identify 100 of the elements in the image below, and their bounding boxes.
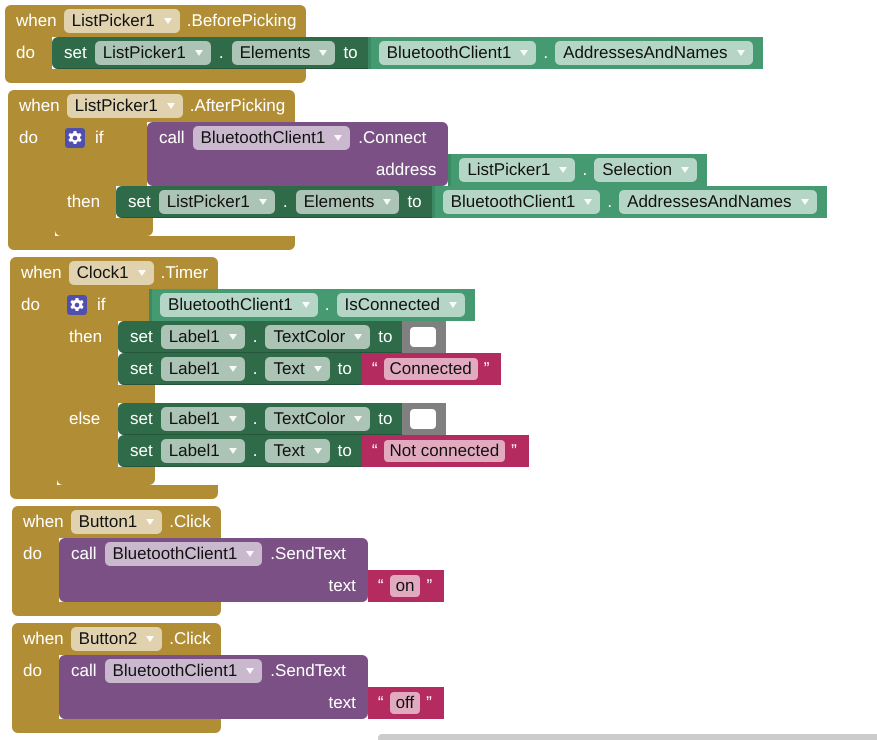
scrollbar[interactable]	[378, 734, 877, 740]
method-name: .SendText	[270, 661, 346, 681]
dot-separator: .	[252, 408, 258, 428]
dot-separator: .	[324, 295, 330, 315]
quote-mark: ”	[426, 693, 432, 713]
caret-icon	[138, 270, 146, 276]
color-swatch[interactable]	[410, 327, 436, 347]
dropdown-field[interactable]: Label1	[160, 438, 245, 462]
keyword: if	[97, 295, 106, 315]
string-field[interactable]: off	[390, 692, 420, 714]
keyword: do	[23, 661, 42, 680]
method-name: .SendText	[270, 544, 346, 564]
caret-icon	[800, 199, 809, 205]
caret-icon	[146, 636, 154, 642]
dropdown-field[interactable]: AddressesAndNames	[619, 190, 817, 214]
keyword: to	[338, 358, 352, 378]
event-name: .AfterPicking	[190, 96, 286, 116]
keyword: to	[338, 440, 352, 460]
keyword: do	[19, 128, 38, 147]
dropdown-field[interactable]: Clock1	[68, 261, 154, 285]
keyword: when	[16, 11, 57, 31]
quote-mark: ”	[484, 359, 490, 379]
dropdown-field[interactable]: BluetoothClient1	[442, 190, 600, 214]
dropdown-field[interactable]: IsConnected	[336, 293, 465, 317]
caret-icon	[302, 302, 310, 308]
color-swatch[interactable]	[410, 409, 436, 429]
caret-icon	[166, 103, 175, 109]
event-name: .Click	[169, 629, 211, 649]
keyword: do	[23, 544, 42, 563]
dot-separator: .	[252, 358, 258, 378]
caret-icon	[681, 167, 690, 173]
keyword: when	[23, 512, 64, 532]
keyword: to	[407, 192, 422, 212]
caret-icon	[383, 198, 392, 204]
dropdown-field[interactable]: Text	[265, 356, 330, 380]
dropdown-field[interactable]: ListPicker1	[64, 9, 180, 33]
dot-separator: .	[252, 326, 258, 346]
dropdown-field[interactable]: BluetoothClient1	[160, 293, 318, 317]
dropdown-field[interactable]: Label1	[160, 406, 245, 430]
keyword: then	[69, 327, 102, 347]
dropdown-field[interactable]: Elements	[232, 40, 336, 64]
dropdown-field[interactable]: Elements	[296, 190, 400, 214]
caret-icon	[246, 551, 254, 557]
caret-icon	[559, 167, 568, 173]
quote-mark: ”	[426, 576, 432, 596]
keyword: when	[21, 263, 62, 283]
dropdown-field[interactable]: BluetoothClient1	[104, 659, 262, 683]
keyword: do	[16, 43, 35, 62]
caret-icon	[354, 334, 362, 340]
keyword: call	[71, 544, 97, 564]
event-name: .BeforePicking	[186, 11, 296, 31]
gear-icon[interactable]	[65, 128, 85, 148]
dropdown-field[interactable]: Button1	[70, 510, 162, 534]
dot-separator: .	[218, 42, 224, 62]
dot-separator: .	[582, 160, 588, 180]
dropdown-field[interactable]: BluetoothClient1	[378, 41, 536, 65]
dropdown-field[interactable]: TextColor	[265, 324, 370, 348]
caret-icon	[736, 50, 745, 56]
caret-icon	[258, 198, 267, 204]
event-name: .Timer	[160, 263, 208, 283]
event-name: .Click	[169, 512, 211, 532]
dropdown-field[interactable]: Label1	[160, 356, 245, 380]
parameter-label: text	[328, 693, 356, 713]
keyword: set	[64, 42, 87, 62]
dropdown-field[interactable]: TextColor	[265, 406, 370, 430]
gear-icon[interactable]	[67, 295, 87, 315]
caret-icon	[228, 416, 237, 422]
string-field[interactable]: on	[390, 575, 420, 597]
string-field[interactable]: Not connected	[384, 440, 506, 462]
dot-separator: .	[282, 192, 288, 212]
caret-icon	[334, 135, 342, 141]
dropdown-field[interactable]: Text	[265, 438, 330, 462]
keyword: call	[71, 661, 97, 681]
caret-icon	[246, 668, 254, 674]
keyword: to	[378, 408, 392, 428]
caret-icon	[520, 50, 528, 56]
caret-icon	[448, 302, 457, 308]
quote-mark: “	[372, 441, 378, 461]
string-field[interactable]: Connected	[384, 358, 478, 380]
dropdown-field[interactable]: Button2	[70, 627, 162, 651]
keyword: if	[95, 128, 104, 148]
keyword: then	[67, 192, 100, 212]
parameter-label: text	[328, 576, 356, 596]
dropdown-field[interactable]: BluetoothClient1	[104, 542, 262, 566]
parameter-label: address	[376, 160, 436, 180]
dropdown-field[interactable]: AddressesAndNames	[555, 41, 753, 65]
caret-icon	[228, 334, 237, 340]
quote-mark: ”	[511, 441, 517, 461]
dropdown-field[interactable]: ListPicker1	[66, 94, 183, 118]
keyword: set	[130, 358, 153, 378]
dropdown-field[interactable]: Label1	[160, 324, 245, 348]
dropdown-field[interactable]: ListPicker1	[158, 190, 275, 214]
dropdown-field[interactable]: BluetoothClient1	[192, 126, 350, 150]
keyword: when	[23, 629, 64, 649]
keyword: set	[130, 326, 153, 346]
dropdown-field[interactable]: Selection	[594, 158, 698, 182]
dot-separator: .	[252, 440, 258, 460]
dropdown-field[interactable]: ListPicker1	[459, 158, 576, 182]
caret-icon	[228, 448, 237, 454]
dropdown-field[interactable]: ListPicker1	[94, 40, 211, 64]
